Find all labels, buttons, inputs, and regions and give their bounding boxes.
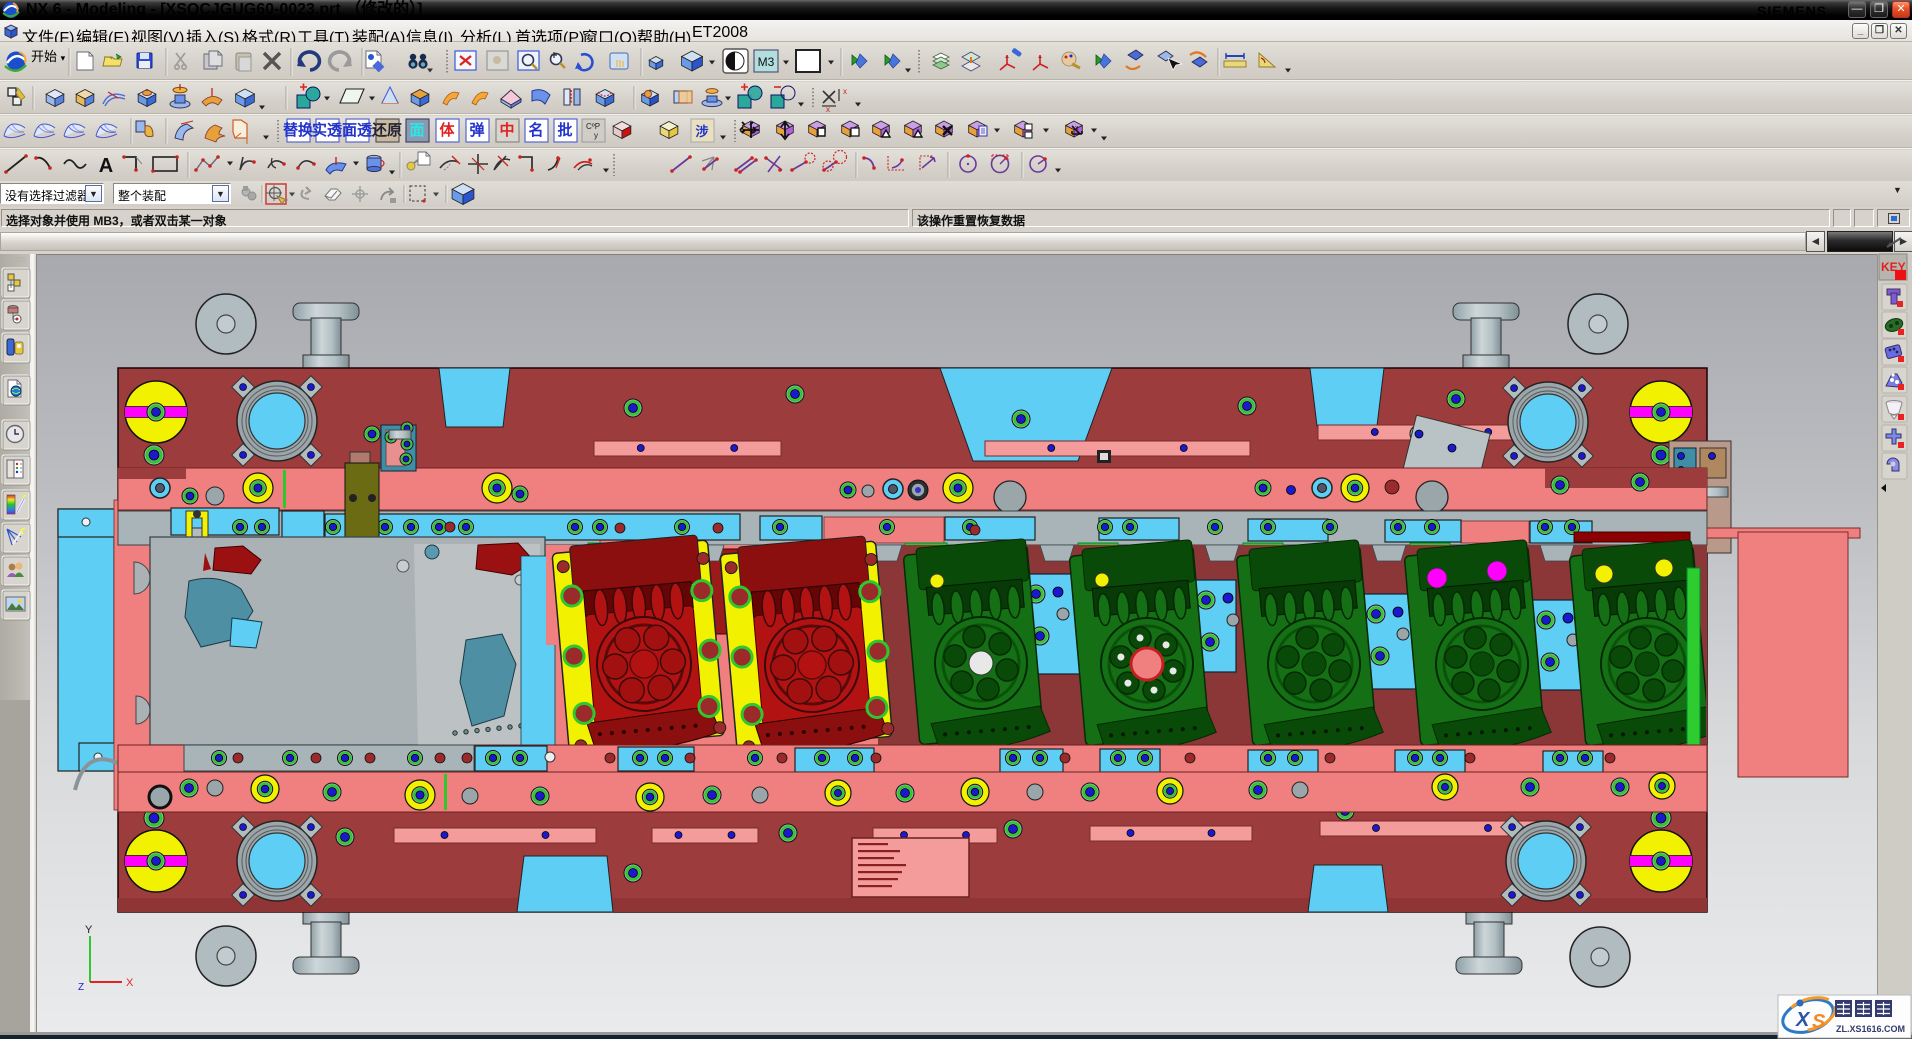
svg-text:面透: 面透	[342, 122, 373, 139]
svg-text:体: 体	[439, 121, 455, 139]
svg-text:X: X	[1795, 1009, 1811, 1031]
svg-text:S: S	[1812, 1011, 1826, 1033]
svg-text:涉: 涉	[695, 124, 708, 139]
svg-text:Y: Y	[85, 924, 93, 936]
svg-text:A: A	[99, 155, 113, 177]
svg-text:x: x	[843, 87, 847, 96]
svg-text:ZL.XS1616.COM: ZL.XS1616.COM	[1836, 1024, 1905, 1034]
svg-text:x: x	[826, 105, 830, 114]
svg-text:还原: 还原	[371, 121, 402, 139]
svg-text:批: 批	[557, 121, 572, 139]
svg-text:y: y	[594, 131, 598, 140]
svg-text:实透: 实透	[312, 121, 343, 139]
svg-text:CºP: CºP	[586, 122, 600, 131]
svg-text:面: 面	[409, 122, 424, 139]
svg-text:X: X	[126, 977, 134, 989]
svg-text:弹: 弹	[469, 121, 484, 139]
svg-text:替换: 替换	[283, 121, 314, 139]
svg-text:Z: Z	[78, 982, 84, 993]
svg-text:x: x	[1075, 125, 1079, 132]
svg-text:名: 名	[528, 121, 543, 139]
svg-text:M3: M3	[758, 55, 775, 69]
svg-text:中: 中	[499, 121, 514, 139]
